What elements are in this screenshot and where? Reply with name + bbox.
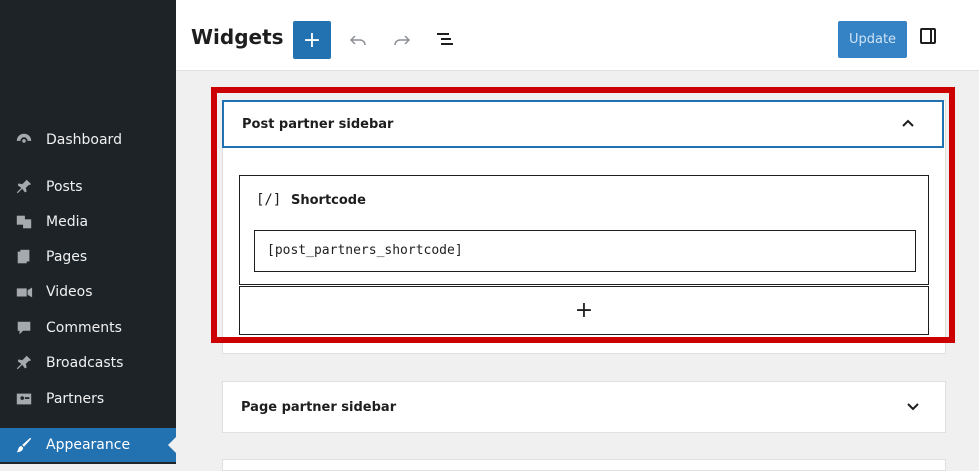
redo-button[interactable]: [388, 22, 416, 58]
add-block-button[interactable]: +: [293, 21, 331, 59]
sidebar-item-media[interactable]: Media: [0, 205, 176, 239]
redo-icon: [394, 31, 411, 50]
sidebar-item-broadcasts[interactable]: Broadcasts: [0, 346, 176, 380]
sidebar-item-label: Broadcasts: [46, 355, 124, 371]
sidebar-item-pages[interactable]: Pages: [0, 240, 176, 274]
sidebar-item-label: Appearance: [46, 437, 131, 453]
admin-sidebar: Dashboard Posts Media Pages Videos Comme…: [0, 0, 176, 464]
sidebar-item-label: Posts: [46, 179, 83, 195]
undo-button[interactable]: [344, 22, 372, 58]
sidebar-item-label: Pages: [46, 249, 88, 265]
highlight-frame: [211, 87, 955, 343]
widget-area-partial: [222, 459, 946, 471]
page-title: Widgets: [191, 25, 284, 49]
sidebar-item-partners[interactable]: Partners: [0, 382, 176, 416]
list-view-button[interactable]: [432, 22, 460, 58]
pages-icon: [14, 248, 34, 266]
sidebar-item-label: Dashboard: [46, 132, 122, 148]
sidebar-item-label: Partners: [46, 391, 105, 407]
brush-icon: [14, 436, 34, 454]
video-icon: [14, 283, 34, 301]
list-view-icon: [437, 31, 455, 50]
widget-area-page-partner-sidebar[interactable]: Page partner sidebar: [222, 381, 946, 433]
partners-icon: [14, 390, 34, 408]
comment-icon: [14, 319, 34, 337]
media-icon: [14, 213, 34, 231]
options-menu-icon[interactable]: ⋮: [971, 22, 979, 58]
sidebar-item-dashboard[interactable]: Dashboard: [0, 123, 176, 157]
sidebar-item-label: Comments: [46, 320, 122, 336]
widget-area-title: Page partner sidebar: [241, 400, 397, 415]
editor-header: Widgets + Update ⋮: [176, 0, 979, 71]
sidebar-item-videos[interactable]: Videos: [0, 275, 176, 309]
pin-icon: [14, 354, 34, 372]
sidebar-item-appearance[interactable]: Appearance: [0, 428, 176, 462]
settings-sidebar-toggle-icon[interactable]: [920, 28, 936, 44]
sidebar-item-label: Media: [46, 214, 89, 230]
chevron-down-icon[interactable]: [907, 399, 919, 415]
sidebar-item-comments[interactable]: Comments: [0, 311, 176, 345]
update-button[interactable]: Update: [838, 21, 907, 58]
sidebar-item-label: Videos: [46, 284, 93, 300]
undo-icon: [349, 31, 366, 50]
current-page-caret: [168, 437, 176, 453]
dashboard-icon: [14, 131, 34, 149]
sidebar-item-posts[interactable]: Posts: [0, 170, 176, 204]
pin-icon: [14, 178, 34, 196]
